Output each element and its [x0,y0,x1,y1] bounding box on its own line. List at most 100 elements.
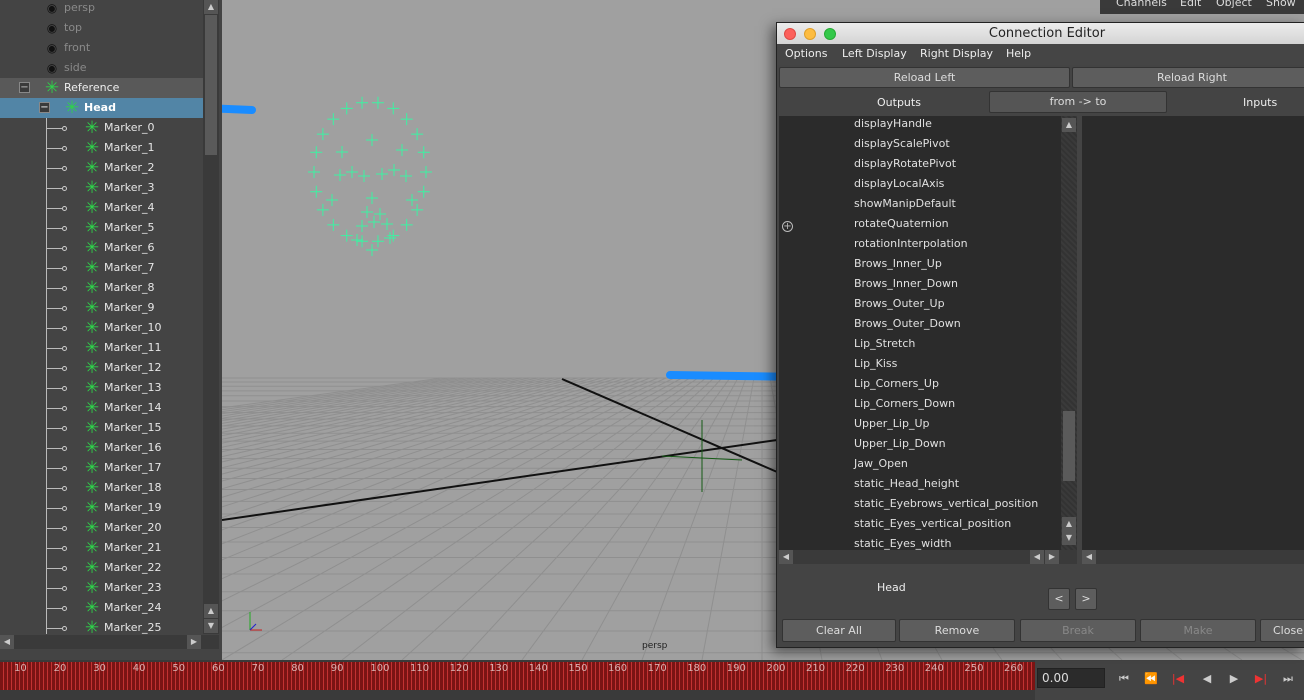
outliner-item-marker[interactable]: ✳ Marker_14 [0,398,203,418]
close-button[interactable]: Close [1260,619,1304,642]
previous-node-button[interactable]: < [1048,588,1070,610]
attribute-item[interactable]: Jaw_Open [854,454,908,474]
make-button[interactable]: Make [1140,619,1256,642]
expand-compound-icon[interactable]: + [782,221,793,232]
outliner-item-marker[interactable]: ✳ Marker_2 [0,158,203,178]
outliner-item-marker[interactable]: ✳ Marker_15 [0,418,203,438]
attribute-item[interactable]: displayRotatePivot [854,154,956,174]
outliner-item-reference[interactable]: − ✳ Reference [0,78,203,98]
outliner-item-marker[interactable]: ✳ Marker_12 [0,358,203,378]
outliner-horizontal-scrollbar[interactable]: ◀ ▶ [0,635,219,649]
outliner-item-marker[interactable]: ✳ Marker_16 [0,438,203,458]
menu-show[interactable]: Show [1266,0,1296,9]
scroll-down-icon[interactable]: ▼ [1062,531,1076,545]
attribute-item[interactable]: rotateQuaternion [854,214,949,234]
menu-help[interactable]: Help [1006,47,1031,60]
break-button[interactable]: Break [1020,619,1136,642]
attribute-item[interactable]: Lip_Kiss [854,354,897,374]
collapse-icon[interactable]: − [19,82,30,93]
outliner-item-marker[interactable]: ✳ Marker_17 [0,458,203,478]
menu-object[interactable]: Object [1216,0,1252,9]
outliner-item-persp[interactable]: ◉ persp [0,0,203,18]
scroll-up-icon[interactable]: ▲ [1062,517,1076,531]
attribute-item[interactable]: Brows_Outer_Up [854,294,945,314]
time-slider[interactable] [0,662,1035,690]
outliner-item-side[interactable]: ◉ side [0,58,203,78]
close-window-icon[interactable] [784,28,796,40]
outliner-item-marker[interactable]: ✳ Marker_18 [0,478,203,498]
outliner-item-marker[interactable]: ✳ Marker_3 [0,178,203,198]
play-forwards-icon[interactable]: ▶ [1224,670,1244,688]
outliner-item-marker[interactable]: ✳ Marker_9 [0,298,203,318]
attribute-item[interactable]: Upper_Lip_Down [854,434,946,454]
menu-right-display[interactable]: Right Display [920,47,993,60]
outliner-item-marker[interactable]: ✳ Marker_4 [0,198,203,218]
scroll-right-icon[interactable]: ▶ [1045,550,1059,564]
menu-left-display[interactable]: Left Display [842,47,907,60]
outliner-vertical-scrollbar[interactable]: ▲ ▲ ▼ [203,0,219,634]
menu-channels[interactable]: Channels [1116,0,1167,9]
attribute-item[interactable]: Lip_Stretch [854,334,915,354]
attribute-item[interactable]: displayHandle [854,114,932,134]
outliner-item-marker[interactable]: ✳ Marker_11 [0,338,203,358]
scroll-left-icon[interactable]: ◀ [1030,550,1044,564]
attribute-item[interactable]: static_Head_height [854,474,959,494]
scroll-up-icon[interactable]: ▲ [204,604,218,618]
scroll-up-icon[interactable]: ▲ [204,0,218,14]
current-time-field[interactable]: 0.00 [1037,668,1105,688]
attribute-item[interactable]: static_Eyebrows_vertical_position [854,494,1038,514]
inputs-horizontal-scrollbar[interactable]: ◀ [1082,550,1304,564]
inputs-list[interactable] [1082,116,1304,550]
attribute-item[interactable]: showManipDefault [854,194,956,214]
attribute-item[interactable]: Brows_Inner_Down [854,274,958,294]
outliner-item-marker[interactable]: ✳ Marker_10 [0,318,203,338]
collapse-icon[interactable]: − [39,102,50,113]
reload-right-button[interactable]: Reload Right [1072,67,1304,88]
attribute-item[interactable]: Brows_Outer_Down [854,314,961,334]
step-forward-frame-icon[interactable]: ▶| [1251,670,1271,688]
outputs-horizontal-scrollbar[interactable]: ◀ ◀ ▶ [779,550,1077,564]
menu-options[interactable]: Options [785,47,827,60]
window-titlebar[interactable]: Connection Editor [777,23,1304,44]
outliner-item-marker[interactable]: ✳ Marker_8 [0,278,203,298]
next-node-button[interactable]: > [1075,588,1097,610]
scroll-thumb[interactable] [1063,411,1075,481]
outliner-item-head[interactable]: − ✳ Head [0,98,203,118]
scroll-left-icon[interactable]: ◀ [779,550,793,564]
menu-edit[interactable]: Edit [1180,0,1201,9]
go-to-start-icon[interactable]: ⏮ [1114,670,1134,688]
scroll-left-icon[interactable]: ◀ [0,635,14,649]
go-to-end-icon[interactable]: ⏭ [1278,670,1298,688]
zoom-window-icon[interactable] [824,28,836,40]
attribute-item[interactable]: rotationInterpolation [854,234,968,254]
clear-all-button[interactable]: Clear All [782,619,896,642]
play-backwards-icon[interactable]: ◀ [1197,670,1217,688]
remove-button[interactable]: Remove [899,619,1015,642]
outliner-item-marker[interactable]: ✳ Marker_7 [0,258,203,278]
outliner-item-marker[interactable]: ✳ Marker_22 [0,558,203,578]
outliner-item-marker[interactable]: ✳ Marker_13 [0,378,203,398]
attribute-item[interactable]: displayLocalAxis [854,174,944,194]
attribute-item[interactable]: Lip_Corners_Down [854,394,955,414]
outliner-item-marker[interactable]: ✳ Marker_24 [0,598,203,618]
attribute-item[interactable]: displayScalePivot [854,134,950,154]
reload-left-button[interactable]: Reload Left [779,67,1070,88]
outliner-item-marker[interactable]: ✳ Marker_1 [0,138,203,158]
outliner-item-marker[interactable]: ✳ Marker_0 [0,118,203,138]
attribute-item[interactable]: Upper_Lip_Up [854,414,930,434]
outliner-item-marker[interactable]: ✳ Marker_6 [0,238,203,258]
attribute-item[interactable]: Brows_Inner_Up [854,254,942,274]
outputs-list[interactable]: displayHandle displayScalePivot displayRot… [779,116,1077,560]
outliner-item-marker[interactable]: ✳ Marker_20 [0,518,203,538]
outliner-item-marker[interactable]: ✳ Marker_19 [0,498,203,518]
direction-toggle-button[interactable]: from -> to [989,91,1167,113]
outliner-item-front[interactable]: ◉ front [0,38,203,58]
outliner-item-marker[interactable]: ✳ Marker_5 [0,218,203,238]
minimize-window-icon[interactable] [804,28,816,40]
scroll-left-icon[interactable]: ◀ [1082,550,1096,564]
outliner-item-marker[interactable]: ✳ Marker_23 [0,578,203,598]
scroll-down-icon[interactable]: ▼ [204,619,218,633]
scroll-right-icon[interactable]: ▶ [187,635,201,649]
step-back-key-icon[interactable]: ⏪ [1141,670,1161,688]
scroll-thumb[interactable] [205,15,217,155]
